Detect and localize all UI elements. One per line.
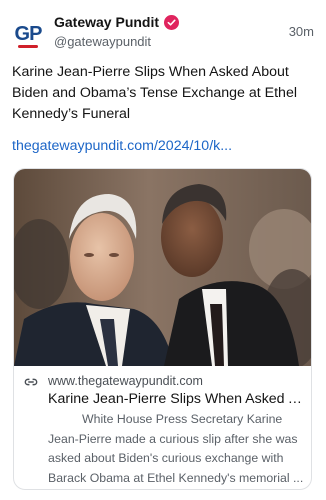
post-text: Karine Jean-Pierre Slips When Asked Abou… [12, 64, 297, 122]
avatar-logo-text: GP [14, 23, 43, 45]
card-title: Karine Jean-Pierre Slips When Asked Abou… [48, 391, 306, 407]
post-time: 30m [288, 24, 314, 39]
author-handle[interactable]: @gatewaypundit [54, 34, 151, 50]
author-display-name[interactable]: Gateway Pundit [54, 13, 159, 31]
post[interactable]: GP Gateway Pundit @gatewaypundit 30m Kar… [0, 0, 326, 500]
name-row: Gateway Pundit [54, 13, 180, 31]
avatar-swoosh [18, 45, 38, 48]
post-link[interactable]: thegatewaypundit.com/2024/10/k... [12, 136, 312, 156]
card-meta: www.thegatewaypundit.com Karine Jean-Pie… [14, 366, 311, 489]
article-image [14, 169, 311, 366]
link-preview-card[interactable]: www.thegatewaypundit.com Karine Jean-Pie… [13, 168, 312, 490]
card-domain: www.thegatewaypundit.com [48, 374, 203, 388]
verified-badge-icon [164, 14, 180, 30]
link-icon [24, 378, 38, 386]
avatar[interactable]: GP [12, 18, 44, 50]
card-description: White House Press Secretary Karine Jean-… [48, 412, 304, 485]
